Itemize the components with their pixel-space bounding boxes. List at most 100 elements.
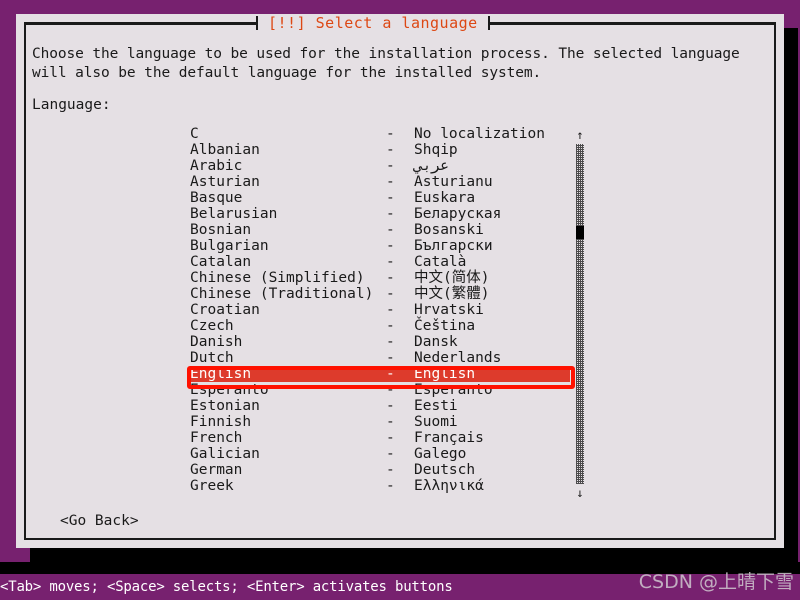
language-row[interactable]: French - Français xyxy=(190,430,580,446)
language-row[interactable]: Bulgarian - Български xyxy=(190,238,580,254)
language-row-separator: - xyxy=(386,142,395,158)
language-name-native: Shqip xyxy=(414,142,458,158)
language-name-english: Chinese (Simplified) xyxy=(190,270,365,286)
installer-screen: [!!] Select a language Choose the langua… xyxy=(0,0,800,600)
language-name-english: Galician xyxy=(190,446,260,462)
language-name-english: French xyxy=(190,430,243,446)
language-row-separator: - xyxy=(386,286,395,302)
language-row[interactable]: Czech - Čeština xyxy=(190,318,580,334)
language-name-english: Croatian xyxy=(190,302,260,318)
language-name-native: Čeština xyxy=(414,318,476,334)
language-name-native: Ελληνικά xyxy=(414,478,484,494)
language-name-native: Suomi xyxy=(414,414,458,430)
language-name-native: 中文(繁體) xyxy=(414,286,490,302)
language-row[interactable]: Catalan - Català xyxy=(190,254,580,270)
language-row[interactable]: Belarusian - Беларуская xyxy=(190,206,580,222)
language-row[interactable]: Finnish - Suomi xyxy=(190,414,580,430)
language-name-english: Basque xyxy=(190,190,243,206)
language-row[interactable]: C - No localization xyxy=(190,126,580,142)
language-name-native: No localization xyxy=(414,126,545,142)
language-row[interactable]: English - English xyxy=(190,366,570,382)
language-name-native: Nederlands xyxy=(414,350,502,366)
watermark: CSDN @上晴下雪 xyxy=(638,571,794,593)
dialog-shadow-right xyxy=(784,28,798,562)
language-name-native: Galego xyxy=(414,446,467,462)
language-name-english: Catalan xyxy=(190,254,252,270)
language-row-separator: - xyxy=(386,478,395,494)
language-name-native: Esperanto xyxy=(414,382,493,398)
language-name-native: Беларуская xyxy=(414,206,502,222)
language-row-separator: - xyxy=(386,430,395,446)
language-name-native: Euskara xyxy=(414,190,476,206)
language-name-english: Belarusian xyxy=(190,206,278,222)
language-row-separator: - xyxy=(386,158,395,174)
language-name-english: English xyxy=(190,366,252,382)
intro-text: Choose the language to be used for the i… xyxy=(32,46,749,81)
language-name-native: عربي xyxy=(414,158,449,174)
language-name-english: Greek xyxy=(190,478,234,494)
language-name-native: Català xyxy=(414,254,467,270)
language-row[interactable]: German - Deutsch xyxy=(190,462,580,478)
language-row[interactable]: Esperanto - Esperanto xyxy=(190,382,580,398)
language-name-english: Dutch xyxy=(190,350,234,366)
language-name-native: English xyxy=(414,366,476,382)
language-name-english: Albanian xyxy=(190,142,260,158)
language-list[interactable]: C - No localization Albanian - Shqip Arabic - عر… xyxy=(190,126,580,502)
language-row-separator: - xyxy=(386,222,395,238)
language-name-english: Esperanto xyxy=(190,382,269,398)
language-row-separator: - xyxy=(386,174,395,190)
language-row-separator: - xyxy=(386,334,395,350)
language-row[interactable]: Asturian - Asturianu xyxy=(190,174,580,190)
language-name-english: Estonian xyxy=(190,398,260,414)
language-row-separator: - xyxy=(386,238,395,254)
list-scrollbar[interactable]: ↑ ↓ xyxy=(574,126,586,502)
language-row-separator: - xyxy=(386,190,395,206)
language-row-separator: - xyxy=(386,206,395,222)
language-row-separator: - xyxy=(386,126,395,142)
scrollbar-thumb[interactable] xyxy=(576,226,584,239)
language-name-native: Dansk xyxy=(414,334,458,350)
language-name-native: Eesti xyxy=(414,398,458,414)
language-row-separator: - xyxy=(386,382,395,398)
language-row[interactable]: Albanian - Shqip xyxy=(190,142,580,158)
language-label: Language: xyxy=(32,97,111,113)
language-row-separator: - xyxy=(386,350,395,366)
language-row-separator: - xyxy=(386,414,395,430)
language-name-native: Asturianu xyxy=(414,174,493,190)
language-row-separator: - xyxy=(386,462,395,478)
language-row[interactable]: Chinese (Traditional) - 中文(繁體) xyxy=(190,286,580,302)
language-row[interactable]: Estonian - Eesti xyxy=(190,398,580,414)
language-name-english: Asturian xyxy=(190,174,260,190)
language-row-separator: - xyxy=(386,254,395,270)
language-row[interactable]: Greek - Ελληνικά xyxy=(190,478,580,494)
language-row-separator: - xyxy=(386,302,395,318)
scroll-up-arrow-icon[interactable]: ↑ xyxy=(574,128,586,142)
language-name-english: German xyxy=(190,462,243,478)
go-back-button[interactable]: <Go Back> xyxy=(60,512,139,530)
language-name-english: Bulgarian xyxy=(190,238,269,254)
language-name-english: Finnish xyxy=(190,414,252,430)
language-row[interactable]: Bosnian - Bosanski xyxy=(190,222,580,238)
language-row-separator: - xyxy=(386,398,395,414)
language-name-english: C xyxy=(190,126,199,142)
language-row[interactable]: Croatian - Hrvatski xyxy=(190,302,580,318)
language-name-english: Arabic xyxy=(190,158,243,174)
language-name-english: Czech xyxy=(190,318,234,334)
language-name-native: Deutsch xyxy=(414,462,476,478)
language-row-separator: - xyxy=(386,446,395,462)
language-name-english: Chinese (Traditional) xyxy=(190,286,374,302)
language-name-english: Danish xyxy=(190,334,243,350)
language-row[interactable]: Galician - Galego xyxy=(190,446,580,462)
language-row-separator: - xyxy=(386,318,395,334)
language-row[interactable]: Dutch - Nederlands xyxy=(190,350,580,366)
language-row[interactable]: Chinese (Simplified) - 中文(简体) xyxy=(190,270,580,286)
language-name-native: Bosanski xyxy=(414,222,484,238)
language-name-native: Hrvatski xyxy=(414,302,484,318)
language-row[interactable]: Basque - Euskara xyxy=(190,190,580,206)
language-row[interactable]: Danish - Dansk xyxy=(190,334,580,350)
language-row[interactable]: Arabic - عربي xyxy=(190,158,580,174)
scroll-down-arrow-icon[interactable]: ↓ xyxy=(574,486,586,500)
scrollbar-track[interactable] xyxy=(576,144,584,484)
language-name-english: Bosnian xyxy=(190,222,252,238)
language-row-separator: - xyxy=(386,270,395,286)
